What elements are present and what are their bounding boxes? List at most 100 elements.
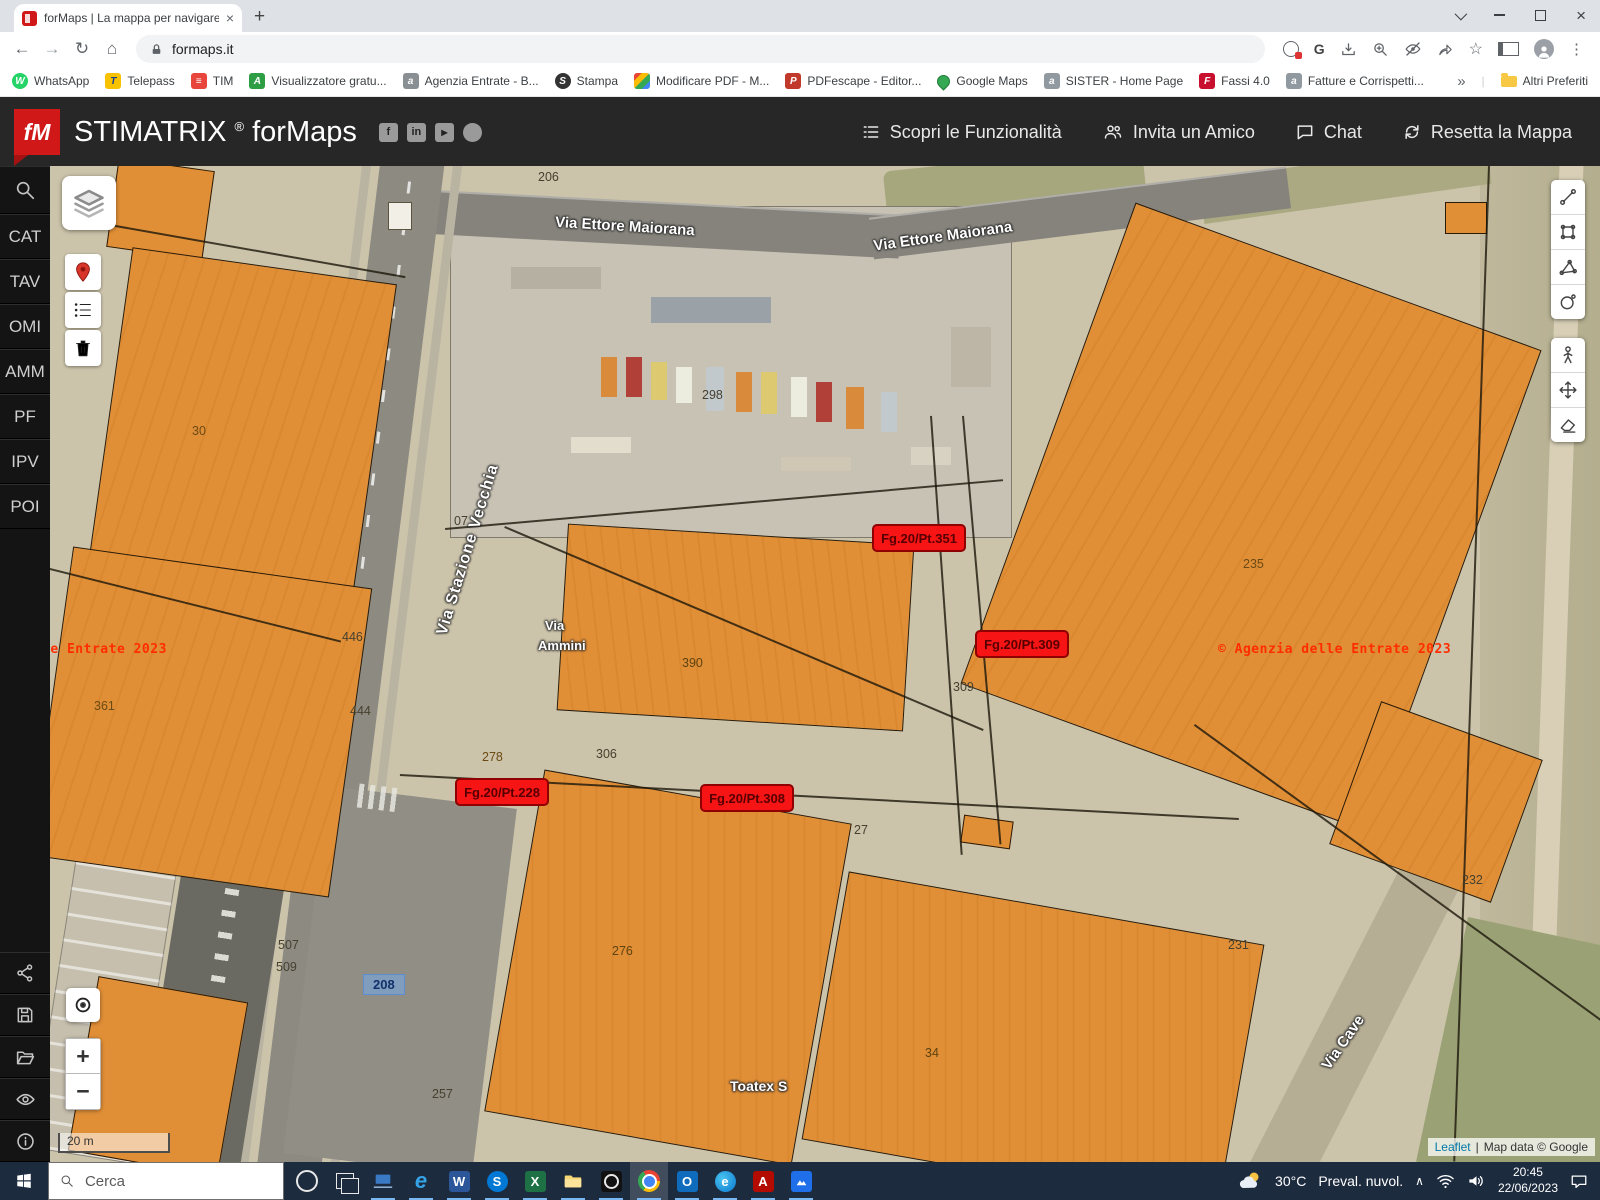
building-overlay[interactable] bbox=[960, 815, 1013, 850]
building-overlay[interactable] bbox=[50, 547, 372, 898]
nav-scopri-funzionalita[interactable]: Scopri le Funzionalità bbox=[861, 122, 1062, 143]
locate-button[interactable] bbox=[66, 988, 100, 1022]
sidebar-item-amm[interactable]: AMM bbox=[0, 349, 50, 394]
bookmark-pdfescape[interactable]: PPDFescape - Editor... bbox=[785, 73, 921, 89]
formaps-logo[interactable]: fM bbox=[14, 109, 60, 155]
bookmark-star-icon[interactable]: ☆ bbox=[1469, 39, 1483, 59]
building-overlay[interactable] bbox=[557, 524, 915, 732]
trash-button[interactable] bbox=[65, 330, 101, 366]
forward-button[interactable]: → bbox=[38, 35, 66, 63]
sidebar-open-button[interactable] bbox=[0, 1036, 50, 1078]
browser-menu-icon[interactable]: ⋮ bbox=[1569, 40, 1584, 58]
zoom-lens-icon[interactable] bbox=[1372, 41, 1389, 58]
bookmark-whatsapp[interactable]: WWhatsApp bbox=[12, 73, 89, 89]
tab-search-chevron-icon[interactable] bbox=[1455, 7, 1468, 20]
building-overlay[interactable] bbox=[1445, 202, 1487, 234]
window-minimize-button[interactable] bbox=[1494, 14, 1505, 16]
acrobat-button[interactable]: A bbox=[744, 1162, 782, 1200]
weather-icon[interactable] bbox=[1237, 1169, 1263, 1193]
cadastral-plate[interactable]: Fg.20/Pt.351 bbox=[872, 524, 966, 552]
back-button[interactable]: ← bbox=[8, 35, 36, 63]
youtube-icon[interactable]: ▶ bbox=[435, 123, 454, 142]
zoom-out-button[interactable]: − bbox=[65, 1074, 101, 1110]
building-overlay[interactable] bbox=[802, 871, 1265, 1162]
bookmark-google-maps[interactable]: Google Maps bbox=[937, 74, 1027, 88]
bookmarks-overflow-icon[interactable]: » bbox=[1457, 73, 1465, 90]
side-panel-icon[interactable] bbox=[1498, 42, 1519, 56]
bookmark-visualizzatore[interactable]: AVisualizzatore gratu... bbox=[249, 73, 386, 89]
leaflet-link[interactable]: Leaflet bbox=[1435, 1140, 1471, 1154]
cadastral-plate[interactable]: Fg.20/Pt.308 bbox=[700, 784, 794, 812]
sidebar-item-tav[interactable]: TAV bbox=[0, 259, 50, 304]
install-icon[interactable] bbox=[1340, 41, 1357, 58]
password-manager-icon[interactable] bbox=[1283, 41, 1299, 57]
bookmark-tim[interactable]: ≡TIM bbox=[191, 73, 234, 89]
clock[interactable]: 20:45 22/06/2023 bbox=[1498, 1165, 1558, 1196]
building-overlay[interactable] bbox=[106, 166, 215, 260]
outlook-button[interactable]: O bbox=[668, 1162, 706, 1200]
bookmark-agenzia-entrate[interactable]: aAgenzia Entrate - B... bbox=[403, 73, 539, 89]
profile-avatar[interactable] bbox=[1534, 39, 1554, 59]
action-center-icon[interactable] bbox=[1570, 1173, 1588, 1189]
layers-button[interactable] bbox=[62, 176, 116, 230]
bookmark-fatture[interactable]: aFatture e Corrispetti... bbox=[1286, 73, 1424, 89]
skype-button[interactable]: S bbox=[478, 1162, 516, 1200]
tray-expand-icon[interactable]: ∧ bbox=[1415, 1174, 1424, 1188]
google-extension-icon[interactable]: G bbox=[1314, 41, 1325, 57]
edge-button[interactable]: e bbox=[706, 1162, 744, 1200]
facebook-icon[interactable]: f bbox=[379, 123, 398, 142]
browser-tab[interactable]: forMaps | La mappa per navigare × bbox=[14, 4, 242, 32]
media-player-button[interactable] bbox=[592, 1162, 630, 1200]
excel-button[interactable]: X bbox=[516, 1162, 554, 1200]
bookmark-sister[interactable]: aSISTER - Home Page bbox=[1044, 73, 1183, 89]
pan-button[interactable] bbox=[1551, 373, 1585, 408]
sidebar-item-omi[interactable]: OMI bbox=[0, 304, 50, 349]
linkedin-icon[interactable]: in bbox=[407, 123, 426, 142]
window-restore-button[interactable] bbox=[1535, 10, 1546, 21]
highlighted-parcel-label[interactable]: 208 bbox=[363, 974, 405, 995]
eraser-button[interactable] bbox=[1551, 408, 1585, 442]
nav-invita-amico[interactable]: Invita un Amico bbox=[1102, 122, 1255, 143]
task-view-button[interactable] bbox=[326, 1162, 364, 1200]
home-button[interactable]: ⌂ bbox=[98, 35, 126, 63]
volume-icon[interactable] bbox=[1467, 1173, 1486, 1189]
bookmark-modificare-pdf[interactable]: Modificare PDF - M... bbox=[634, 73, 769, 89]
nav-chat[interactable]: Chat bbox=[1295, 122, 1362, 143]
wifi-icon[interactable] bbox=[1436, 1173, 1455, 1189]
other-bookmarks-button[interactable]: Altri Preferiti bbox=[1501, 74, 1588, 88]
address-bar[interactable]: formaps.it bbox=[136, 35, 1265, 63]
sidebar-item-pf[interactable]: PF bbox=[0, 394, 50, 439]
measure-area-button[interactable] bbox=[1551, 215, 1585, 250]
measure-distance-button[interactable] bbox=[1551, 180, 1585, 215]
sidebar-share-button[interactable] bbox=[0, 952, 50, 994]
photos-button[interactable] bbox=[782, 1162, 820, 1200]
building-overlay[interactable] bbox=[484, 770, 852, 1162]
cortana-button[interactable] bbox=[288, 1162, 326, 1200]
list-button[interactable] bbox=[65, 292, 101, 328]
weather-temp[interactable]: 30°C bbox=[1275, 1173, 1306, 1189]
window-close-button[interactable]: × bbox=[1576, 7, 1586, 24]
streetview-button[interactable] bbox=[1551, 338, 1585, 373]
sidebar-item-cat[interactable]: CAT bbox=[0, 214, 50, 259]
cadastral-plate[interactable]: Fg.20/Pt.228 bbox=[455, 778, 549, 806]
sidebar-save-button[interactable] bbox=[0, 994, 50, 1036]
sidebar-search-button[interactable] bbox=[0, 166, 50, 214]
share-icon[interactable] bbox=[1437, 41, 1454, 58]
sidebar-info-button[interactable] bbox=[0, 1120, 50, 1162]
remote-desktop-button[interactable] bbox=[364, 1162, 402, 1200]
tab-close-icon[interactable]: × bbox=[226, 10, 234, 26]
taskbar-search-input[interactable] bbox=[83, 1172, 272, 1191]
map-canvas[interactable]: Via Ettore Maiorana Via Ettore Maiorana … bbox=[50, 166, 1600, 1162]
file-explorer-button[interactable] bbox=[554, 1162, 592, 1200]
sidebar-item-ipv[interactable]: IPV bbox=[0, 439, 50, 484]
sidebar-visibility-button[interactable] bbox=[0, 1078, 50, 1120]
measure-path-button[interactable] bbox=[1551, 250, 1585, 285]
nav-resetta-mappa[interactable]: Resetta la Mappa bbox=[1402, 122, 1572, 143]
chrome-button[interactable] bbox=[630, 1162, 668, 1200]
social-circle-icon[interactable] bbox=[463, 123, 482, 142]
bookmark-stampa[interactable]: SStampa bbox=[555, 73, 618, 89]
eye-off-icon[interactable] bbox=[1404, 40, 1422, 58]
cadastral-plate[interactable]: Fg.20/Pt.309 bbox=[975, 630, 1069, 658]
taskbar-search[interactable] bbox=[48, 1162, 284, 1200]
sidebar-item-poi[interactable]: POI bbox=[0, 484, 50, 529]
